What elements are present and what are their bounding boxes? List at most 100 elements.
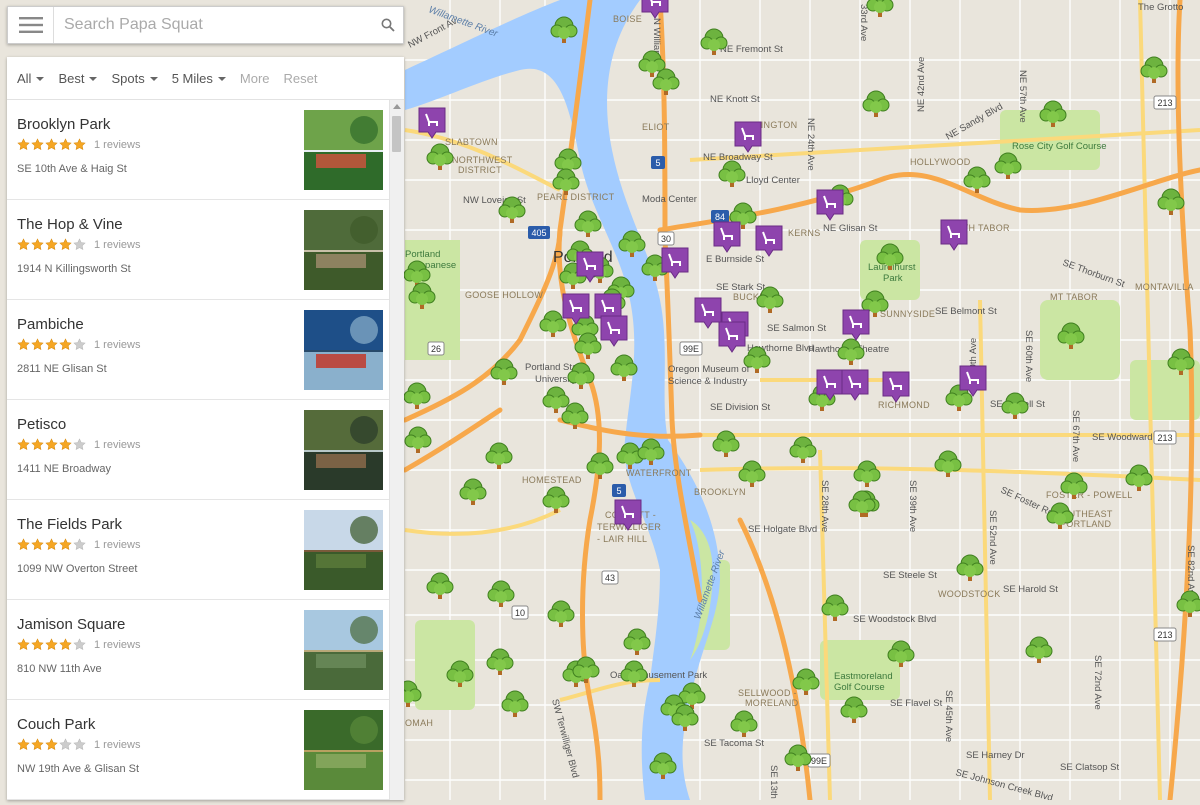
- result-address: 810 NW 11th Ave: [17, 663, 102, 675]
- result-address: 2811 NE Glisan St: [17, 363, 107, 375]
- scrollbar-thumb[interactable]: [392, 116, 401, 152]
- result-item[interactable]: Brooklyn Park 1 reviews SE 10th Ave & Haig…: [7, 100, 390, 200]
- results-list: Brooklyn Park 1 reviews SE 10th Ave & Haig…: [7, 100, 390, 800]
- svg-text:Science & Industry: Science & Industry: [668, 376, 747, 387]
- result-name[interactable]: The Hop & Vine: [17, 216, 123, 233]
- svg-text:SE Harold St: SE Harold St: [1003, 584, 1058, 595]
- svg-text:SE Woodstock Blvd: SE Woodstock Blvd: [853, 614, 936, 625]
- search-input[interactable]: [54, 8, 373, 42]
- svg-text:Rose City Golf Course: Rose City Golf Course: [1012, 141, 1107, 152]
- search-icon[interactable]: [373, 7, 403, 43]
- result-thumbnail[interactable]: [304, 510, 383, 590]
- star-icon: [45, 338, 58, 351]
- svg-text:10: 10: [515, 608, 525, 618]
- result-name[interactable]: Jamison Square: [17, 616, 125, 633]
- svg-text:GOOSE HOLLOW: GOOSE HOLLOW: [465, 290, 543, 300]
- svg-text:NE 57th Ave: NE 57th Ave: [1017, 70, 1028, 123]
- star-icon: [45, 238, 58, 251]
- star-icon: [45, 438, 58, 451]
- svg-text:NE 42nd Ave: NE 42nd Ave: [916, 57, 927, 112]
- result-name[interactable]: Pambiche: [17, 316, 84, 333]
- svg-text:MT TABOR: MT TABOR: [1050, 292, 1098, 302]
- result-item[interactable]: The Fields Park 1 reviews 1099 NW Overton …: [7, 500, 390, 600]
- svg-text:KERNS: KERNS: [788, 228, 821, 238]
- star-icon: [45, 738, 58, 751]
- star-icon: [59, 638, 72, 651]
- star-icon: [45, 138, 58, 151]
- svg-text:Park: Park: [883, 273, 903, 284]
- star-icon: [17, 438, 30, 451]
- result-item[interactable]: Jamison Square 1 reviews 810 NW 11th Ave: [7, 600, 390, 700]
- svg-text:E Burnside St: E Burnside St: [706, 254, 764, 265]
- shield-26: 26: [427, 341, 445, 356]
- filter-best[interactable]: Best: [58, 71, 98, 86]
- star-icon: [73, 638, 86, 651]
- svg-text:BROOKLYN: BROOKLYN: [694, 487, 746, 497]
- result-thumbnail[interactable]: [304, 710, 383, 790]
- shield-5: 5: [651, 156, 665, 169]
- result-item[interactable]: Pambiche 1 reviews 2811 NE Glisan St: [7, 300, 390, 400]
- filter-label: Spots: [111, 70, 145, 86]
- svg-text:OMAH: OMAH: [405, 718, 433, 728]
- svg-text:SE Flavel St: SE Flavel St: [890, 698, 943, 709]
- filter-spots[interactable]: Spots: [111, 70, 158, 86]
- filter-label: 5 Miles: [171, 70, 213, 86]
- result-item[interactable]: Couch Park 1 reviews NW 19th Ave & Glisan …: [7, 700, 390, 800]
- svg-text:SE 45th Ave: SE 45th Ave: [943, 690, 954, 742]
- filter-more[interactable]: More: [240, 71, 270, 86]
- result-item[interactable]: Petisco 1 reviews 1411 NE Broadway: [7, 400, 390, 500]
- result-address: 1411 NE Broadway: [17, 463, 111, 475]
- svg-text:The Grotto: The Grotto: [1138, 2, 1183, 13]
- svg-text:99E: 99E: [811, 756, 827, 766]
- filter-all[interactable]: All: [17, 71, 45, 86]
- star-icon: [73, 238, 86, 251]
- menu-button[interactable]: [8, 7, 54, 43]
- review-count: 1 reviews: [94, 338, 141, 351]
- star-rating: 1 reviews: [17, 438, 140, 451]
- hamburger-icon: [18, 17, 43, 33]
- shield-213: 213: [1153, 430, 1177, 445]
- result-thumbnail[interactable]: [304, 410, 383, 490]
- star-icon: [45, 638, 58, 651]
- svg-text:DISTRICT: DISTRICT: [458, 165, 502, 175]
- svg-text:SE Salmon St: SE Salmon St: [767, 323, 826, 334]
- result-thumbnail[interactable]: [304, 610, 383, 690]
- svg-text:SE Steele St: SE Steele St: [883, 570, 937, 581]
- star-icon: [31, 338, 44, 351]
- review-count: 1 reviews: [94, 638, 141, 651]
- svg-text:MONTAVILLA: MONTAVILLA: [1135, 282, 1194, 292]
- result-name[interactable]: Petisco: [17, 416, 66, 433]
- result-thumbnail[interactable]: [304, 310, 383, 390]
- review-count: 1 reviews: [94, 738, 141, 751]
- star-icon: [17, 738, 30, 751]
- filter-reset[interactable]: Reset: [284, 71, 318, 86]
- scroll-up-arrow-icon[interactable]: [393, 104, 401, 109]
- svg-text:405: 405: [531, 228, 546, 238]
- svg-text:5: 5: [616, 486, 621, 496]
- result-item[interactable]: The Hop & Vine 1 reviews 1914 N Killingswo…: [7, 200, 390, 300]
- svg-text:SE 60th Ave: SE 60th Ave: [1023, 330, 1034, 382]
- result-name[interactable]: Brooklyn Park: [17, 116, 110, 133]
- filter-label: Reset: [283, 70, 318, 86]
- svg-text:FOSTER - POWELL: FOSTER - POWELL: [1046, 490, 1133, 500]
- star-icon: [17, 538, 30, 551]
- svg-text:Golf Course: Golf Course: [834, 682, 885, 693]
- star-icon: [59, 438, 72, 451]
- filter-distance[interactable]: 5 Miles: [172, 71, 226, 86]
- svg-text:Eastmoreland: Eastmoreland: [834, 671, 893, 682]
- result-name[interactable]: The Fields Park: [17, 516, 122, 533]
- result-thumbnail[interactable]: [304, 210, 383, 290]
- shield-30: 30: [657, 231, 675, 246]
- result-address: NW 19th Ave & Glisan St: [17, 763, 140, 775]
- result-name[interactable]: Couch Park: [17, 716, 95, 733]
- star-icon: [31, 538, 44, 551]
- svg-text:ELIOT: ELIOT: [642, 122, 670, 132]
- result-thumbnail[interactable]: [304, 110, 383, 190]
- star-icon: [45, 538, 58, 551]
- shield-84: 84: [711, 210, 729, 223]
- scrollbar[interactable]: [389, 100, 404, 800]
- star-icon: [31, 738, 44, 751]
- svg-text:SE Holgate Blvd: SE Holgate Blvd: [748, 524, 817, 535]
- star-rating: 1 reviews: [17, 638, 140, 651]
- svg-text:26: 26: [431, 344, 441, 354]
